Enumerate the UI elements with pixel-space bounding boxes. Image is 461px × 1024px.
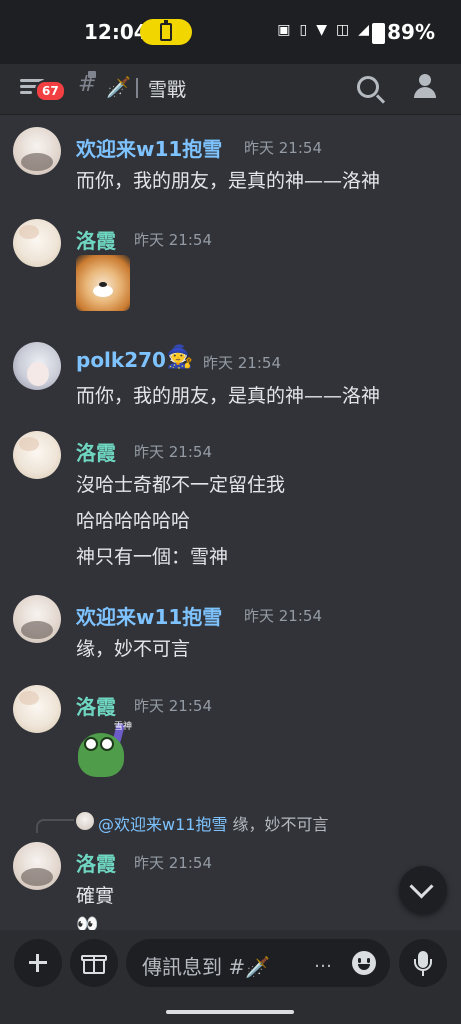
mic-base: [422, 971, 424, 976]
message-text: 確實: [76, 885, 115, 907]
status-icons: ▣ ▯ ▼ ◫ ◢: [277, 22, 369, 38]
voice-message-button[interactable]: [399, 939, 447, 987]
channel-header: 67 # 🗡️ 雪戰: [0, 64, 461, 115]
username[interactable]: 洛霞: [76, 437, 116, 466]
signal-icon: ◢: [358, 22, 369, 38]
channel-emoji: 🗡️: [106, 75, 131, 99]
avatar[interactable]: [13, 595, 61, 643]
shiba-dog-emoji[interactable]: [76, 255, 130, 311]
search-icon[interactable]: [357, 76, 379, 98]
battery-icon: [372, 23, 385, 44]
wifi-icon: ▼: [316, 22, 327, 38]
message-text: 缘，妙不可言: [76, 638, 191, 660]
status-bar: 12:04 ▣ ▯ ▼ ◫ ◢ 89%: [0, 0, 461, 64]
reply-connector: [36, 819, 74, 833]
nfc-icon: ▣: [277, 22, 291, 38]
frog-eye: [100, 737, 114, 751]
timestamp: 昨天 21:54: [244, 139, 322, 157]
message-text: 而你，我的朋友，是真的神——洛神: [76, 170, 381, 192]
avatar[interactable]: [13, 127, 61, 175]
avatar[interactable]: [13, 685, 61, 733]
placeholder-overflow: …: [314, 951, 332, 972]
username[interactable]: 洛霞: [76, 691, 116, 720]
message-text: 哈哈哈哈哈哈: [76, 510, 191, 532]
frog-sword-sticker[interactable]: 雪神: [76, 722, 134, 781]
timestamp: 昨天 21:54: [134, 443, 212, 461]
reply-preview[interactable]: @欢迎来w11抱雪 缘，妙不可言: [98, 811, 329, 835]
clock: 12:04: [84, 20, 148, 44]
sticker-label: 雪神: [114, 722, 133, 732]
battery-percent: 89%: [387, 20, 435, 44]
message-text: 沒哈士奇都不一定留住我: [76, 474, 286, 496]
message-composer: 傳訊息到 #🗡️ …: [0, 930, 461, 1024]
members-icon[interactable]: [411, 74, 437, 100]
add-attachment-button[interactable]: [14, 939, 62, 987]
lock-icon: [88, 71, 96, 78]
frog-eye: [84, 737, 98, 751]
reply-quote: 缘，妙不可言: [232, 815, 329, 834]
timestamp: 昨天 21:54: [134, 854, 212, 872]
avatar[interactable]: [13, 342, 61, 390]
avatar[interactable]: [13, 219, 61, 267]
emoji-picker-icon[interactable]: [352, 951, 376, 975]
timestamp: 昨天 21:54: [134, 231, 212, 249]
reply-avatar: [76, 812, 94, 830]
username[interactable]: 欢迎来w11抱雪: [76, 601, 222, 630]
notification-badge: 67: [35, 80, 66, 102]
eyes-emoji: 👀: [76, 914, 99, 930]
message-text: 而你，我的朋友，是真的神——洛神: [76, 385, 381, 407]
message-input-placeholder: 傳訊息到 #🗡️: [142, 955, 271, 979]
divider: [136, 78, 138, 98]
timestamp: 昨天 21:54: [203, 354, 281, 372]
gesture-home-bar[interactable]: [166, 1010, 294, 1014]
avatar[interactable]: [13, 431, 61, 479]
channel-name[interactable]: 雪戰: [148, 75, 186, 102]
message-input[interactable]: 傳訊息到 #🗡️ …: [126, 939, 390, 987]
volte-icon: ◫: [335, 22, 350, 38]
battery-saver-pill: [140, 19, 192, 45]
username[interactable]: 洛霞: [76, 225, 116, 254]
vibrate-icon: ▯: [299, 22, 308, 38]
mic-stand: [414, 959, 432, 971]
message-text: 神只有一個：雪神: [76, 546, 229, 568]
gift-button[interactable]: [70, 939, 118, 987]
battery-saver-icon: [160, 20, 172, 41]
username[interactable]: polk270: [76, 348, 166, 372]
gift-ribbon: [93, 955, 95, 974]
jump-to-bottom-button[interactable]: [399, 866, 447, 914]
timestamp: 昨天 21:54: [134, 697, 212, 715]
chevron-down-icon: [409, 874, 434, 899]
timestamp: 昨天 21:54: [244, 607, 322, 625]
user-badge-emoji: 🧙: [166, 345, 194, 370]
message-list[interactable]: 欢迎来w11抱雪 昨天 21:54 而你，我的朋友，是真的神——洛神 洛霞 昨天…: [0, 115, 461, 930]
reply-user: @欢迎来w11抱雪: [98, 815, 228, 834]
avatar[interactable]: [13, 842, 61, 890]
username[interactable]: 欢迎来w11抱雪: [76, 133, 222, 162]
username[interactable]: 洛霞: [76, 848, 116, 877]
